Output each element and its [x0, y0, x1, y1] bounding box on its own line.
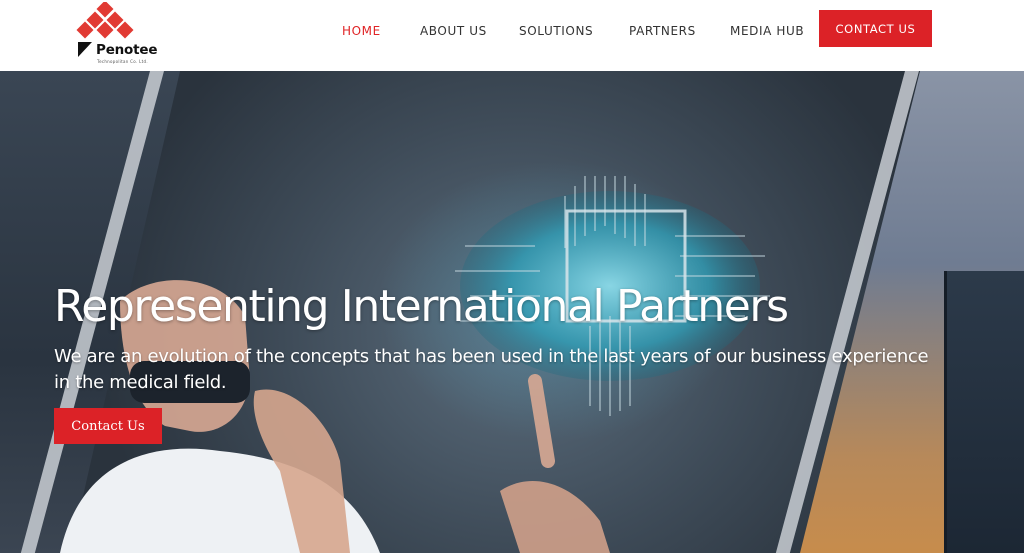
hero-banner: Representing International Partners We a…	[0, 71, 1024, 553]
nav-home[interactable]: HOME	[342, 24, 381, 40]
hero-subtitle: We are an evolution of the concepts that…	[54, 346, 929, 393]
nav-partners[interactable]: PARTNERS	[629, 24, 696, 40]
nav-media-hub[interactable]: MEDIA HUB	[730, 24, 804, 40]
contact-us-hero-button[interactable]: Contact Us	[54, 408, 162, 444]
contact-us-header-button[interactable]: CONTACT US	[819, 10, 932, 47]
main-nav: HOME ABOUT US SOLUTIONS PARTNERS MEDIA H…	[0, 0, 1024, 71]
site-header: Penotee Technopolitan Co. Ltd. HOME ABOU…	[0, 0, 1024, 71]
hero-title: Representing International Partners	[54, 281, 789, 332]
monitor-image	[944, 271, 1024, 553]
nav-about-us[interactable]: ABOUT US	[420, 24, 487, 40]
nav-solutions[interactable]: SOLUTIONS	[519, 24, 593, 40]
